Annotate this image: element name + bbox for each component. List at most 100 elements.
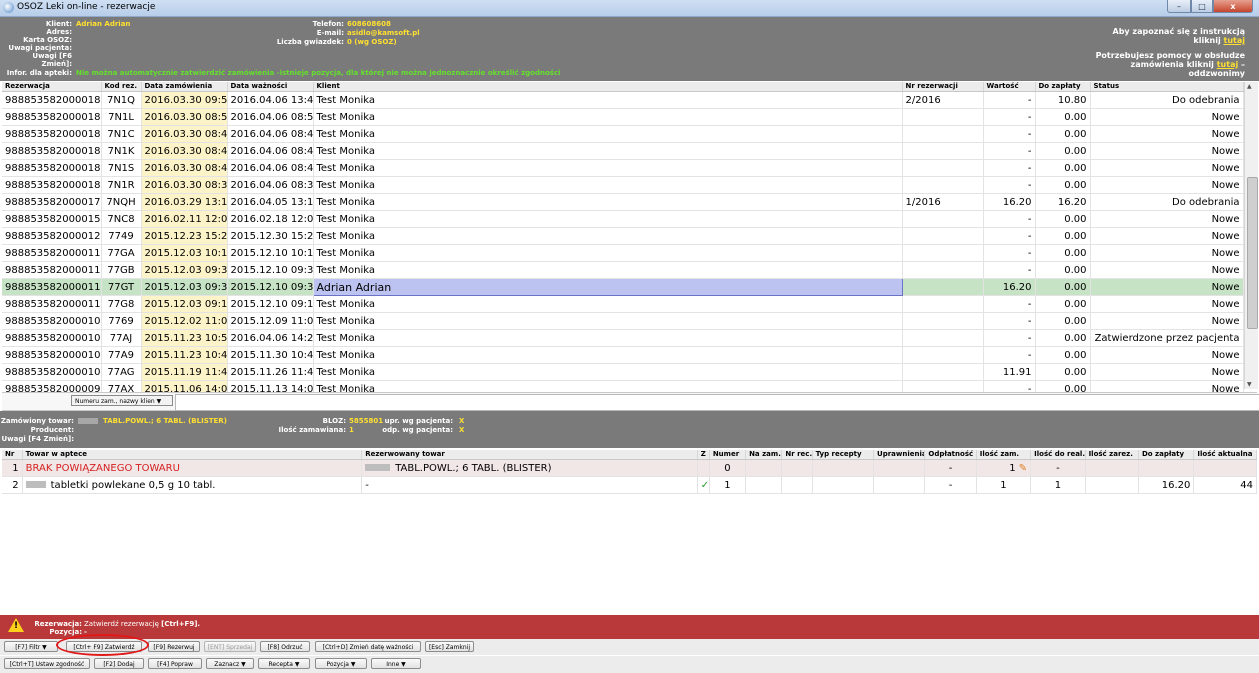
pencil-icon[interactable]: ✎ (1019, 463, 1027, 474)
maximize-button[interactable]: □ (1191, 0, 1213, 13)
cell-expiry-date: 2016.04.06 08:46 (227, 142, 314, 160)
table-row[interactable]: 9888535820000180617N1K2016.03.30 08:4620… (2, 142, 1244, 160)
table-row[interactable]: 98885358200001006377A92015.11.23 10:4520… (2, 346, 1244, 364)
col-header-z[interactable]: Z (697, 450, 710, 460)
help-instructions-text: Aby zapoznać się z instrukcją (1112, 27, 1246, 36)
table-row[interactable]: 9888535820000157097NC82016.02.11 12:0820… (2, 210, 1244, 228)
table-row[interactable]: 9888535820000179587NQH2016.03.29 13:1920… (2, 193, 1244, 211)
reserve-button[interactable]: [F9] Rezerwuj (148, 641, 200, 652)
window-title: OSOZ Leki on-line - rezerwacje (17, 2, 156, 12)
col-header-reservation-number[interactable]: Nr rezerwacji (902, 82, 984, 92)
cell-value: - (983, 91, 1036, 109)
table-row[interactable]: 98885358200001002977AG2015.11.19 11:4920… (2, 363, 1244, 381)
col-header-to-pay[interactable]: Do zapłaty (1035, 82, 1091, 92)
position-reserved-product: - (361, 476, 698, 494)
col-header-expiry-date[interactable]: Data ważności (227, 82, 314, 92)
cell-reservation-number (902, 244, 984, 262)
add-button[interactable]: [F2] Dodaj (94, 658, 144, 669)
close-window-button[interactable]: [Esc] Zamknij (425, 641, 474, 652)
cell-order-date: 2016.03.30 08:40 (141, 159, 228, 177)
cell-code: 7NQH (101, 193, 142, 211)
col-header-client[interactable]: Klient (313, 82, 903, 92)
sell-button[interactable]: [ENT] Sprzedaj (204, 641, 256, 652)
table-row[interactable]: 98885358200001106477GB2015.12.03 09:3820… (2, 261, 1244, 279)
cell-to-pay: 0.00 (1035, 278, 1091, 296)
table-row[interactable]: 98885358200001222377492015.12.23 15:2720… (2, 227, 1244, 245)
col-header-qty-ordered[interactable]: Ilość zam. (976, 450, 1032, 460)
cell-client: Test Monika (313, 210, 903, 228)
col-header-prescription-nr[interactable]: Nr rec. (781, 450, 813, 460)
ordered-product-label: Zamówiony towar: (0, 417, 74, 425)
position-row[interactable]: 1 BRAK POWIĄZANEGO TOWARU TABL.POWL.; 6 … (2, 459, 1257, 477)
col-header-value[interactable]: Wartość (983, 82, 1036, 92)
col-header-prescription-type[interactable]: Typ recepty (812, 450, 875, 460)
product-name-redacted (78, 418, 98, 424)
position-qty-to-fill: - (1030, 459, 1086, 477)
scrollbar-thumb[interactable] (1247, 177, 1258, 329)
table-row[interactable]: 9888535820000180507N1S2016.03.30 08:4020… (2, 159, 1244, 177)
position-pharmacy-product-text: tabletki powlekane 0,5 g 10 tabl. (50, 479, 216, 491)
other-menu-button[interactable]: Inne ▼ (371, 658, 421, 669)
cell-to-pay: 16.20 (1035, 193, 1091, 211)
scroll-down-icon[interactable]: ▼ (1247, 381, 1252, 388)
col-header-qty-reserved[interactable]: Ilość zarez. (1085, 450, 1139, 460)
col-header-to-pay-pos[interactable]: Do zapłaty (1138, 450, 1195, 460)
reject-button[interactable]: [F8] Odrzuć (260, 641, 310, 652)
highlight-circle (56, 634, 149, 656)
reservations-scrollbar[interactable]: ▲ ▼ (1244, 82, 1258, 389)
position-nr: 2 (2, 476, 23, 494)
cell-reservation: 988853582000018083 (2, 108, 102, 126)
col-header-nr[interactable]: Nr (2, 450, 23, 460)
prescription-menu-button[interactable]: Recepta ▼ (258, 658, 310, 669)
cell-expiry-date: 2015.12.10 09:38 (227, 261, 314, 279)
search-mode-select[interactable]: Numeru zam., nazwy klien ▼ (71, 395, 173, 406)
table-row[interactable]: 9888535820000181397N1Q2016.03.30 09:5220… (2, 91, 1244, 109)
table-row[interactable]: 98885358200001107577GA2015.12.03 10:1320… (2, 244, 1244, 262)
cell-client: Test Monika (313, 176, 903, 194)
cell-reservation: 988853582000018072 (2, 125, 102, 143)
table-row[interactable]: 9888535820000180727N1C2016.03.30 08:4820… (2, 125, 1244, 143)
cell-code: 77AJ (101, 329, 142, 347)
edit-button[interactable]: [F4] Popraw (148, 658, 202, 669)
col-header-pharmacy-product[interactable]: Towar w aptece (22, 450, 363, 460)
table-row[interactable]: 9888535820000180497N1R2016.03.30 08:3420… (2, 176, 1244, 194)
filter-button[interactable]: [F7] Filtr ▼ (4, 641, 58, 652)
change-expiry-button[interactable]: [Ctrl+D] Zmień datę ważności (315, 641, 421, 652)
col-header-reservation[interactable]: Rezerwacja (2, 82, 102, 92)
table-row[interactable]: 98885358200001007477AJ2015.11.23 10:5420… (2, 329, 1244, 347)
minimize-button[interactable]: – (1167, 0, 1191, 13)
instructions-link[interactable]: tutaj (1224, 36, 1245, 45)
cell-code: 77AG (101, 363, 142, 381)
col-header-code[interactable]: Kod rez. (101, 82, 142, 92)
table-row[interactable]: 9888535820000180837N1L2016.03.30 08:5020… (2, 108, 1244, 126)
position-row[interactable]: 2 tabletki powlekane 0,5 g 10 tabl. - ✓ … (2, 476, 1257, 494)
position-qty-ordered-value: 1 (1009, 462, 1016, 474)
col-header-on-order[interactable]: Na zam. (745, 450, 783, 460)
cell-reservation: 988853582000011075 (2, 244, 102, 262)
col-header-qty-current[interactable]: Ilość aktualna (1193, 450, 1257, 460)
message-text: Zatwierdź rezerwację (84, 620, 159, 628)
close-button[interactable]: x (1213, 0, 1253, 13)
col-header-qty-to-fill[interactable]: Ilość do real. (1030, 450, 1086, 460)
table-row[interactable]: 98885358200001103177GT2015.12.03 09:3520… (2, 278, 1244, 296)
callback-link[interactable]: tutaj (1217, 60, 1238, 69)
select-menu-button[interactable]: Zaznacz ▼ (206, 658, 254, 669)
table-row[interactable]: 98885358200001078277692015.12.02 11:0920… (2, 312, 1244, 330)
col-header-number[interactable]: Numer (709, 450, 747, 460)
help-instructions-text-2: kliknij (1193, 36, 1221, 45)
scroll-up-icon[interactable]: ▲ (1247, 83, 1252, 90)
position-menu-button[interactable]: Pozycja ▼ (315, 658, 367, 669)
table-row[interactable]: 98885358200001102077G82015.12.03 09:1920… (2, 295, 1244, 313)
col-header-entitlements[interactable]: Uprawnienia (873, 450, 926, 460)
col-header-order-date[interactable]: Data zamówienia (141, 82, 228, 92)
cell-code: 77GT (101, 278, 142, 296)
cell-to-pay: 0.00 (1035, 261, 1091, 279)
search-input[interactable] (175, 394, 1259, 411)
col-header-reserved-product[interactable]: Rezerwowany towar (361, 450, 698, 460)
col-header-payment[interactable]: Odpłatność (924, 450, 977, 460)
cell-reservation-number (902, 312, 984, 330)
help-callback-text-3: oddzwonimy (1188, 69, 1245, 78)
col-header-status[interactable]: Status (1090, 82, 1244, 92)
cell-order-date: 2016.03.30 09:52 (141, 91, 228, 109)
set-compliance-button[interactable]: [Ctrl+T] Ustaw zgodność (4, 658, 90, 669)
